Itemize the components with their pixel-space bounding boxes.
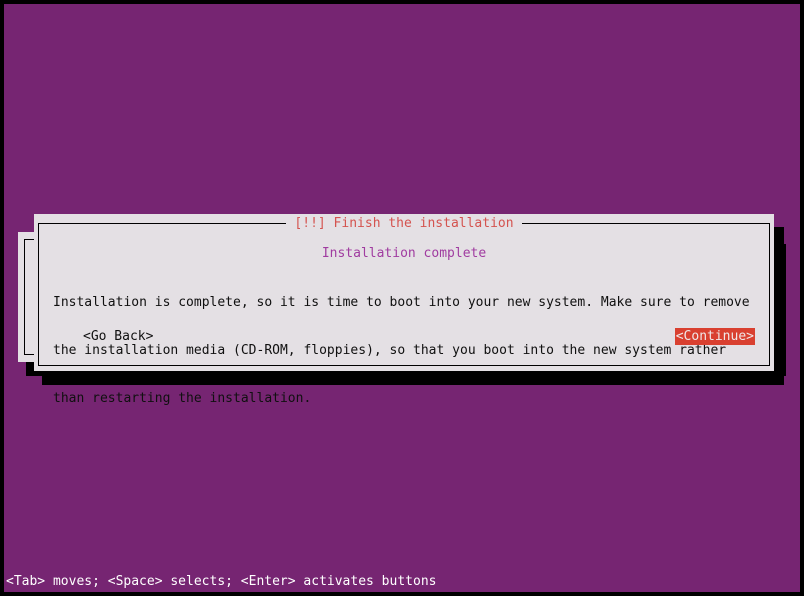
message-line: Installation is complete, so it is time … [53,295,750,310]
finish-installation-dialog: [!!] Finish the installation Installatio… [34,214,774,406]
status-bar-help-text: <Tab> moves; <Space> selects; <Enter> ac… [6,574,437,589]
installer-screen: [!!] Finish the installation Installatio… [0,0,804,596]
go-back-button[interactable]: <Go Back> [81,328,155,345]
continue-button[interactable]: <Continue> [674,328,755,345]
dialog-subtitle: Installation complete [321,246,487,261]
dialog-content: Installation complete Installation is co… [39,224,769,406]
message-line: than restarting the installation. [53,391,312,406]
dialog-message: Installation is complete, so it is time … [49,263,759,439]
dialog-button-row: <Go Back> <Continue> [49,328,755,346]
desktop-background: [!!] Finish the installation Installatio… [4,4,800,592]
